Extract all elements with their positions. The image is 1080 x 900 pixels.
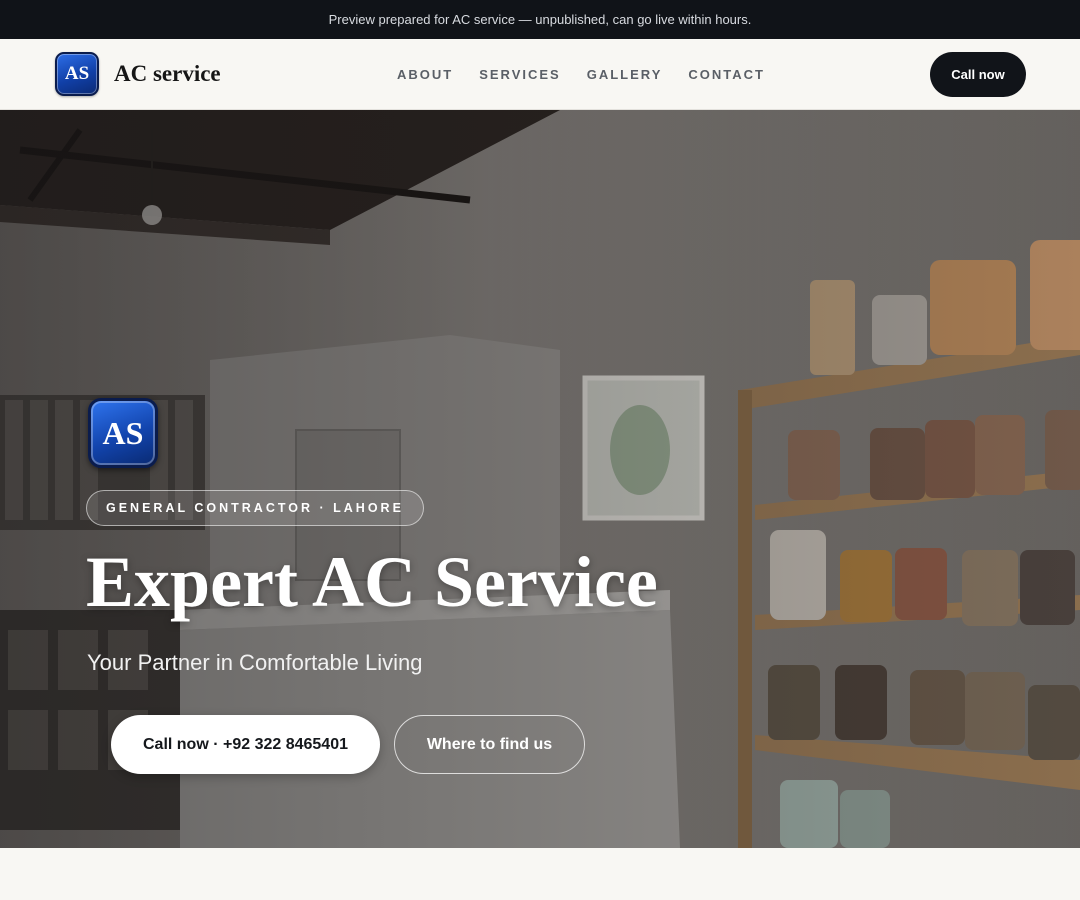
next-section (0, 848, 1080, 900)
header-call-button[interactable]: Call now (930, 52, 1026, 97)
hero-section: AS GENERAL CONTRACTOR · LAHORE Expert AC… (0, 110, 1080, 848)
hero-logo-icon: AS (88, 398, 158, 468)
site-header: AS AC service ABOUT SERVICES GALLERY CON… (0, 39, 1080, 110)
hero-category-badge: GENERAL CONTRACTOR · LAHORE (86, 490, 424, 526)
brand-logo-icon: AS (55, 52, 99, 96)
nav-link-gallery[interactable]: GALLERY (587, 67, 663, 82)
brand-home-link[interactable]: AS AC service (55, 52, 221, 96)
hero-location-button[interactable]: Where to find us (394, 715, 585, 774)
preview-banner-text: Preview prepared for AC service — unpubl… (328, 12, 752, 27)
preview-banner: Preview prepared for AC service — unpubl… (0, 0, 1080, 39)
nav-link-about[interactable]: ABOUT (397, 67, 453, 82)
hero-title: Expert AC Service (86, 542, 658, 622)
hero-subtitle: Your Partner in Comfortable Living (87, 650, 423, 675)
hero-logo-text: AS (102, 414, 144, 451)
nav-link-contact[interactable]: CONTACT (688, 67, 765, 82)
brand-name: AC service (114, 61, 221, 86)
nav-link-services[interactable]: SERVICES (479, 67, 561, 82)
hero-call-button[interactable]: Call now · +92 322 8465401 (111, 715, 380, 774)
brand-logo-text: AS (64, 63, 90, 84)
main-nav: ABOUT SERVICES GALLERY CONTACT (397, 39, 765, 109)
